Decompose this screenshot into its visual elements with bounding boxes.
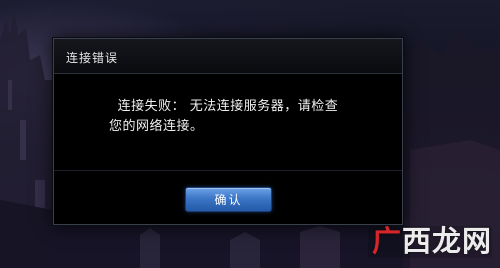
dialog-header: 连接错误	[54, 39, 402, 74]
watermark-text: 广西龙网	[372, 224, 493, 258]
dialog-title: 连接错误	[66, 51, 119, 65]
site-watermark: 广西龙网	[368, 222, 496, 260]
dialog-divider	[54, 170, 402, 171]
error-message: 连接失败： 无法连接服务器，请检查 您的网络连接。	[54, 97, 402, 137]
connection-error-dialog: 连接错误 连接失败： 无法连接服务器，请检查 您的网络连接。 确认	[53, 38, 403, 225]
error-message-line1: 连接失败： 无法连接服务器，请检查	[117, 99, 339, 114]
confirm-button[interactable]: 确认	[185, 187, 272, 212]
error-message-line2: 您的网络连接。	[109, 119, 204, 134]
